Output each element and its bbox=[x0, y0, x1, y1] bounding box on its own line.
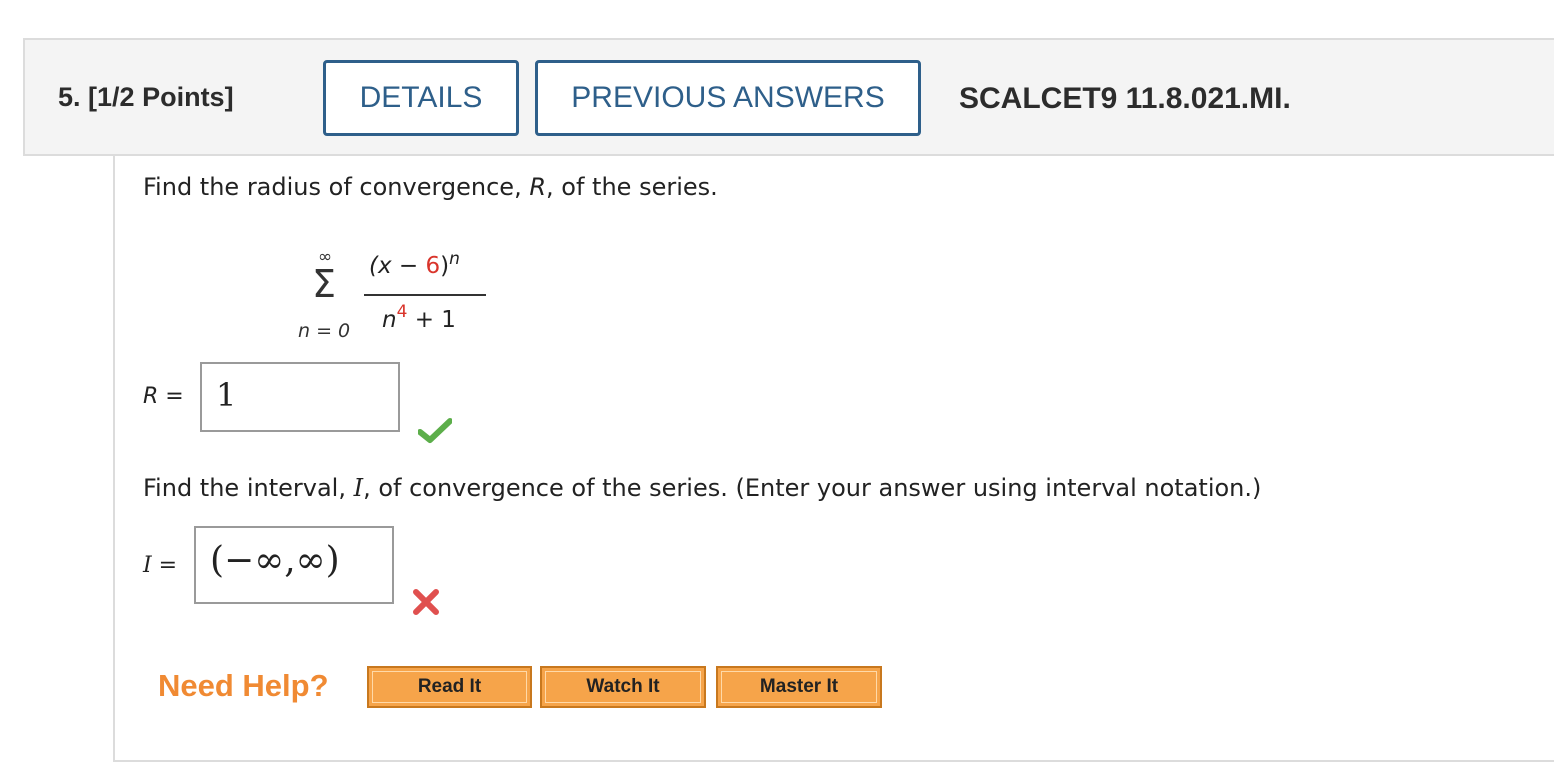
radius-prompt-text-end: , of the series. bbox=[546, 173, 718, 201]
need-help-label: Need Help? bbox=[158, 668, 329, 703]
radius-prompt: Find the radius of convergence, R, of th… bbox=[143, 173, 718, 201]
denominator-exponent: 4 bbox=[396, 302, 408, 322]
interval-label: I = bbox=[143, 553, 177, 578]
read-it-button[interactable]: Read It bbox=[367, 666, 532, 708]
interval-label-text: I = bbox=[143, 553, 178, 578]
denominator-rest: + 1 bbox=[407, 307, 456, 333]
check-icon bbox=[418, 418, 452, 443]
numerator-close: ) bbox=[440, 253, 450, 279]
sum-lower-limit: n = 0 bbox=[298, 320, 351, 342]
radius-prompt-text: Find the radius of convergence, bbox=[143, 173, 530, 201]
interval-prompt-text-end: , of convergence of the series. (Enter y… bbox=[363, 474, 1262, 502]
details-button[interactable]: DETAILS bbox=[323, 60, 519, 136]
series-numerator: (x − 6)n bbox=[369, 249, 460, 279]
previous-answers-button[interactable]: PREVIOUS ANSWERS bbox=[535, 60, 921, 136]
numerator-open: (x − bbox=[369, 253, 426, 279]
interval-prompt-text: Find the interval, bbox=[143, 474, 354, 502]
radius-label: R = bbox=[143, 384, 184, 409]
fraction-bar bbox=[364, 294, 486, 296]
radius-label-text: R = bbox=[143, 384, 184, 409]
interval-prompt: Find the interval, I, of convergence of … bbox=[143, 474, 1261, 502]
master-it-button[interactable]: Master It bbox=[716, 666, 882, 708]
radius-answer-input[interactable]: 1 bbox=[200, 362, 400, 432]
interval-prompt-var: I bbox=[353, 474, 364, 502]
question-title: 5. [1/2 Points] bbox=[58, 82, 234, 113]
question-points: [1/2 Points] bbox=[88, 82, 234, 112]
interval-answer-input[interactable]: (−∞,∞) bbox=[194, 526, 394, 604]
series-denominator: n4 + 1 bbox=[382, 302, 456, 333]
radius-prompt-var: R bbox=[529, 173, 547, 201]
numerator-constant: 6 bbox=[425, 253, 441, 279]
watch-it-button[interactable]: Watch It bbox=[540, 666, 706, 708]
question-number: 5. bbox=[58, 82, 81, 112]
question-header: 5. [1/2 Points] DETAILS PREVIOUS ANSWERS… bbox=[23, 38, 1554, 156]
cross-icon bbox=[413, 589, 439, 615]
sigma-symbol: Σ bbox=[312, 262, 337, 306]
denominator-base: n bbox=[382, 307, 397, 333]
assignment-id: SCALCET9 11.8.021.MI. bbox=[959, 82, 1291, 115]
numerator-exponent: n bbox=[449, 249, 460, 269]
